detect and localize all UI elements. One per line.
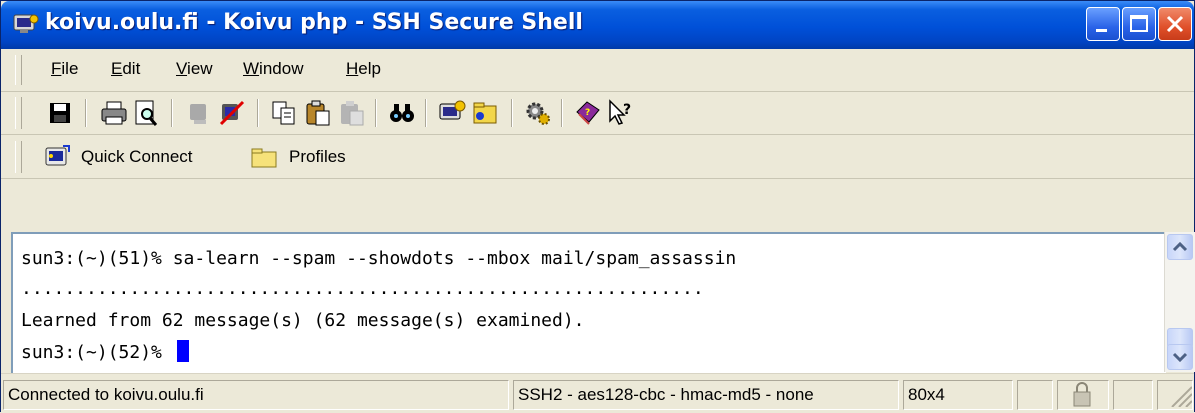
vertical-scrollbar[interactable] — [1164, 232, 1195, 372]
toolbar-separator — [257, 99, 259, 127]
chevron-up-icon — [1172, 241, 1188, 252]
toolbar-separator — [85, 99, 87, 127]
resize-grip[interactable] — [1157, 380, 1193, 410]
encryption-status — [1057, 380, 1109, 410]
disconnect-icon[interactable] — [217, 98, 247, 128]
new-terminal-icon[interactable] — [437, 98, 467, 128]
terminal-size-status: 80x4 — [903, 380, 1013, 410]
text-cursor — [176, 340, 189, 362]
maximize-icon — [1130, 15, 1148, 32]
help-book-icon[interactable]: ? — [573, 98, 603, 128]
status-panel-empty — [1017, 380, 1053, 410]
settings-icon[interactable] — [523, 98, 553, 128]
window-title: koivu.oulu.fi - Koivu php - SSH Secure S… — [45, 10, 583, 35]
quick-connect-icon — [45, 145, 70, 166]
cipher-status: SSH2 - aes128-cbc - hmac-md5 - none — [513, 380, 899, 410]
status-bar: Connected to koivu.oulu.fi SSH2 - aes128… — [1, 373, 1194, 413]
copy-icon[interactable] — [269, 98, 299, 128]
chevron-down-icon — [1172, 352, 1188, 363]
svg-text:?: ? — [585, 108, 590, 118]
toolbar-separator — [561, 99, 563, 127]
toolbar-separator — [171, 99, 173, 127]
print-preview-icon[interactable] — [131, 98, 161, 128]
terminal-prompt-line: sun3:(~)(52)% — [21, 340, 189, 363]
minimize-button[interactable] — [1086, 7, 1120, 41]
app-window: koivu.oulu.fi - Koivu php - SSH Secure S… — [0, 0, 1195, 413]
terminal-prompt: sun3:(~)(52)% — [21, 342, 173, 363]
quick-connect-toolbar: Quick Connect Profiles — [1, 135, 1194, 178]
terminal-output[interactable]: sun3:(~)(51)% sa-learn --spam --showdots… — [11, 232, 1166, 374]
connect-disabled-icon — [190, 104, 206, 124]
close-icon — [1166, 15, 1184, 33]
paste-icon[interactable] — [303, 98, 333, 128]
menu-bar: File Edit View Window Help — [1, 49, 1194, 92]
toolbar-area: ? ? Quick Connect Profiles — [1, 91, 1194, 179]
profiles-label: Profiles — [289, 147, 346, 166]
quick-connect-button[interactable]: Quick Connect — [41, 135, 231, 178]
maximize-button[interactable] — [1122, 7, 1156, 41]
terminal-line: ........................................… — [21, 278, 704, 299]
scroll-down-button[interactable] — [1167, 344, 1193, 370]
quickbar-grip[interactable] — [15, 141, 22, 173]
save-icon[interactable] — [45, 98, 75, 128]
menu-view[interactable]: View — [176, 59, 213, 79]
menu-edit[interactable]: Edit — [111, 59, 140, 79]
encrypted-lock-icon — [1073, 382, 1091, 407]
quick-connect-label: Quick Connect — [81, 147, 193, 166]
menubar-grip[interactable] — [15, 55, 22, 85]
menu-window[interactable]: Window — [243, 59, 303, 79]
profiles-button[interactable]: Profiles — [247, 135, 367, 178]
menu-file[interactable]: File — [51, 59, 78, 79]
paste-disabled-icon — [341, 101, 364, 126]
print-icon[interactable] — [99, 98, 129, 128]
find-icon[interactable] — [387, 98, 417, 128]
resize-grip-icon — [1171, 386, 1192, 408]
toolbar-separator — [375, 99, 377, 127]
context-help-icon[interactable]: ? — [605, 98, 635, 128]
menu-help[interactable]: Help — [346, 59, 381, 79]
connection-status: Connected to koivu.oulu.fi — [3, 380, 509, 410]
scroll-up-button[interactable] — [1167, 234, 1193, 260]
status-panel-empty — [1113, 380, 1153, 410]
main-toolbar: ? ? — [1, 91, 1194, 135]
minimize-icon — [1096, 29, 1107, 32]
folder-icon — [251, 148, 277, 168]
title-bar[interactable]: koivu.oulu.fi - Koivu php - SSH Secure S… — [1, 1, 1194, 49]
toolbar-separator — [425, 99, 427, 127]
toolbar-grip[interactable] — [15, 97, 22, 129]
terminal-line: Learned from 62 message(s) (62 message(s… — [21, 310, 585, 331]
toolbar-separator — [511, 99, 513, 127]
svg-text:?: ? — [623, 102, 631, 118]
close-button[interactable] — [1158, 7, 1192, 41]
terminal-line: sun3:(~)(51)% sa-learn --spam --showdots… — [21, 248, 737, 269]
new-file-transfer-icon[interactable] — [471, 98, 501, 128]
ssh-terminal-icon — [13, 14, 39, 33]
